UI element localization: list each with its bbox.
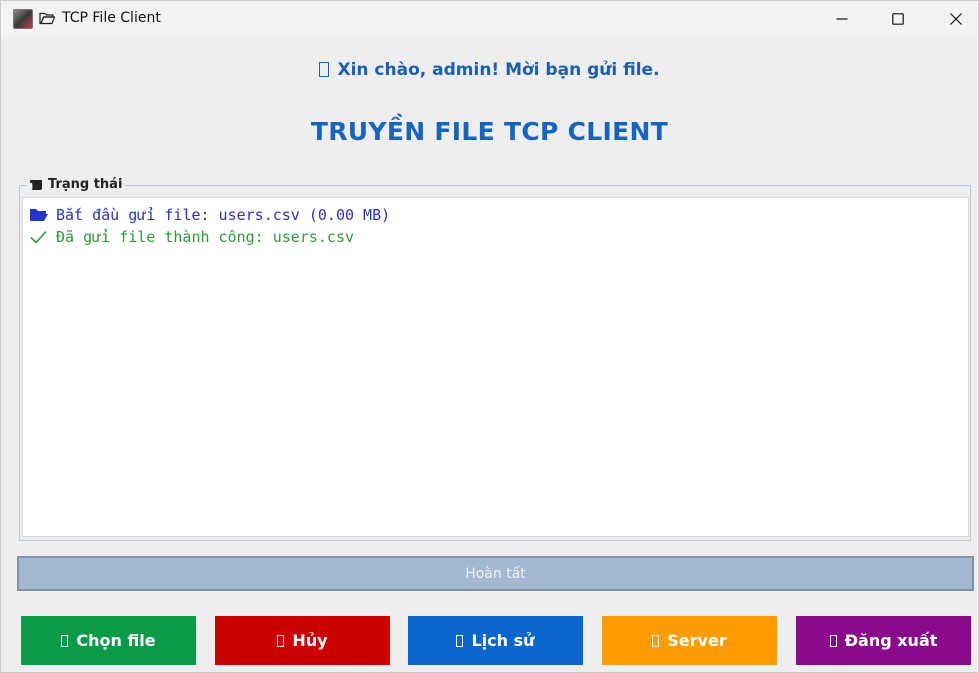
choose-file-label: Chọn file: [76, 631, 156, 650]
logout-label: Đăng xuất: [844, 631, 938, 650]
missing-glyph-icon: [652, 634, 660, 647]
minimize-button[interactable]: [813, 1, 871, 37]
close-icon: [950, 13, 962, 25]
java-app-icon[interactable]: [13, 9, 33, 29]
logout-button[interactable]: Đăng xuất: [796, 616, 971, 665]
history-label: Lịch sử: [471, 631, 535, 650]
app-window: TCP File Client Xin chào, admin! Mời bạn…: [0, 0, 979, 673]
log-line: Bắt đầu gửi file: users.csv (0.00 MB): [29, 204, 968, 226]
close-button[interactable]: [927, 1, 979, 37]
folder-open-icon: [30, 209, 48, 221]
check-icon: [30, 230, 47, 244]
progress-label: Hoàn tất: [465, 565, 526, 582]
greeting-text: Xin chào, admin! Mời bạn gửi file.: [337, 60, 660, 80]
progress-bar: Hoàn tất: [17, 556, 974, 591]
log-text: Đã gửi file thành công: users.csv: [56, 228, 355, 246]
choose-file-button[interactable]: Chọn file: [21, 616, 196, 665]
maximize-icon: [892, 13, 904, 25]
missing-glyph-icon: [456, 634, 464, 647]
missing-glyph-icon: [277, 634, 285, 647]
folder-open-icon: [39, 12, 55, 25]
missing-glyph-icon: [319, 62, 330, 77]
status-panel-title: Trạng thái: [48, 177, 123, 192]
title-bar[interactable]: TCP File Client: [1, 1, 978, 37]
maximize-button[interactable]: [869, 1, 927, 37]
cancel-label: Hủy: [292, 631, 328, 650]
status-panel-legend: Trạng thái: [27, 177, 126, 192]
scroll-icon: [30, 179, 42, 190]
history-button[interactable]: Lịch sử: [408, 616, 583, 665]
server-button[interactable]: Server: [602, 616, 777, 665]
cancel-button[interactable]: Hủy: [215, 616, 390, 665]
log-text: Bắt đầu gửi file: users.csv (0.00 MB): [56, 206, 391, 224]
page-title: TRUYỀN FILE TCP CLIENT: [310, 117, 669, 146]
missing-glyph-icon: [61, 634, 69, 647]
window-title: TCP File Client: [62, 10, 161, 26]
server-label: Server: [667, 631, 727, 650]
log-line: Đã gửi file thành công: users.csv: [29, 226, 968, 248]
status-log[interactable]: Bắt đầu gửi file: users.csv (0.00 MB) Đã…: [22, 197, 969, 537]
minimize-icon: [836, 18, 848, 20]
missing-glyph-icon: [829, 634, 837, 647]
greeting-message: Xin chào, admin! Mời bạn gửi file.: [1, 60, 978, 80]
